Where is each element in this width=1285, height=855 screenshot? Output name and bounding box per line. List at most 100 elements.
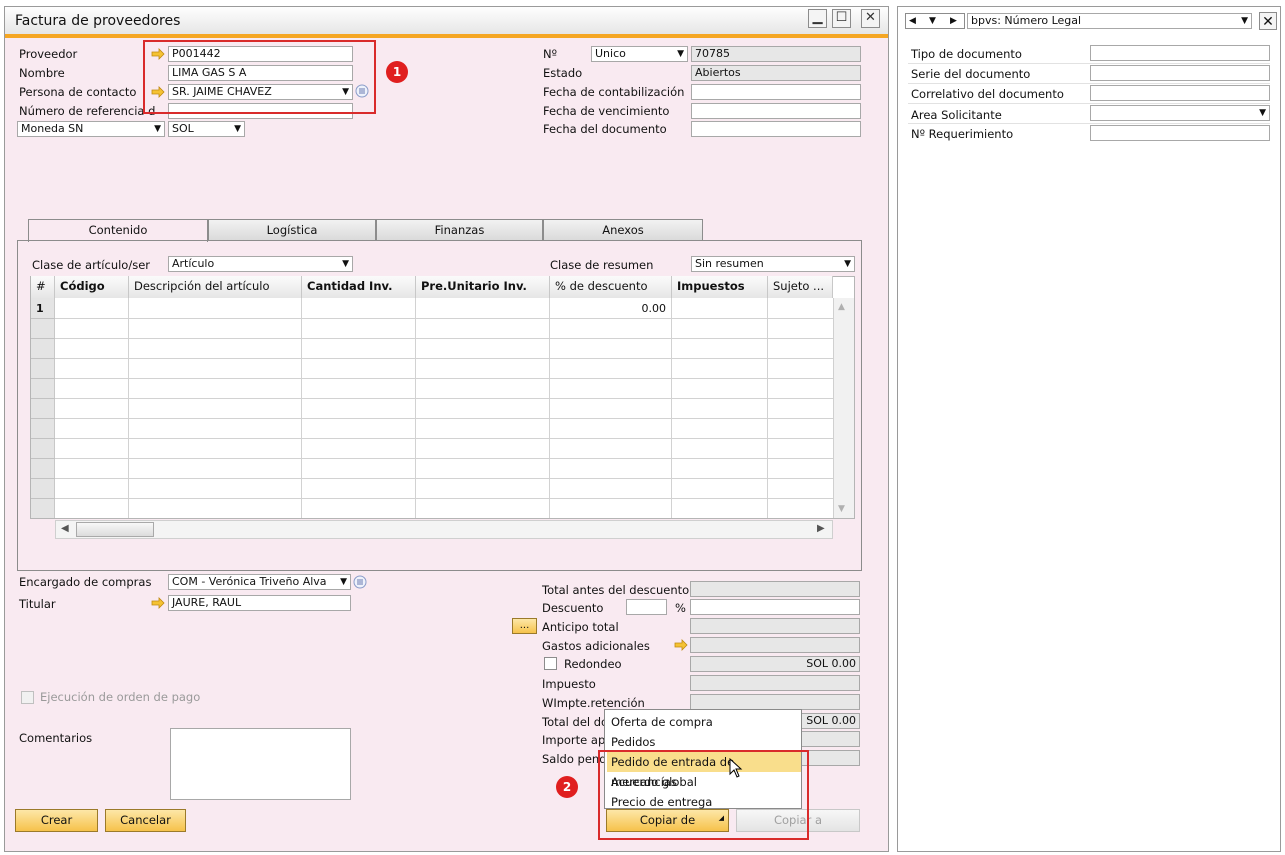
descuento-label: Descuento xyxy=(542,601,604,615)
chevron-down-icon: ▼ xyxy=(1259,108,1266,118)
udf-tipo-field[interactable] xyxy=(1090,45,1270,61)
fecha-doc-field[interactable] xyxy=(691,121,861,137)
chevron-down-icon: ▼ xyxy=(844,259,851,269)
impuesto-field[interactable] xyxy=(690,675,860,691)
crear-button[interactable]: Crear xyxy=(15,809,98,832)
tab-finanzas[interactable]: Finanzas xyxy=(376,219,543,241)
total-antes-field[interactable] xyxy=(690,581,860,597)
anticipo-button[interactable]: ... xyxy=(512,618,537,634)
udf-area-dropdown[interactable]: ▼ xyxy=(1090,105,1270,121)
step-badge-2: 2 xyxy=(556,776,578,798)
pct-label: % xyxy=(675,601,686,615)
close-icon: ✕ xyxy=(1262,14,1274,30)
gastos-field[interactable] xyxy=(690,637,860,653)
column-header-cantidad[interactable]: Cantidad Inv. xyxy=(302,276,416,298)
scroll-up-icon[interactable]: ▲ xyxy=(838,302,845,312)
proveedor-label: Proveedor xyxy=(19,47,78,61)
link-arrow-icon[interactable] xyxy=(674,639,688,651)
minimize-icon: ▁ xyxy=(812,10,823,25)
moneda-dropdown[interactable]: SOL ▼ xyxy=(168,121,245,137)
nav-prev-icon[interactable]: ◀ xyxy=(909,14,916,28)
menu-item-oferta[interactable]: Oferta de compra xyxy=(607,712,801,732)
titular-field[interactable]: JAURE, RAUL xyxy=(168,595,351,611)
scroll-left-icon[interactable]: ◀ xyxy=(61,523,69,534)
column-header-impuestos[interactable]: Impuestos xyxy=(672,276,768,298)
clase-articulo-dropdown[interactable]: Artículo ▼ xyxy=(168,256,353,272)
serie-dropdown[interactable]: Unico ▼ xyxy=(591,46,688,62)
impuesto-label: Impuesto xyxy=(542,677,596,691)
column-header-descuento[interactable]: % de descuento xyxy=(550,276,672,298)
redondeo-checkbox[interactable] xyxy=(544,657,557,670)
link-arrow-icon[interactable] xyxy=(151,597,165,609)
wimpte-field[interactable] xyxy=(690,694,860,710)
list-icon[interactable] xyxy=(353,575,367,589)
contacto-label: Persona de contacto xyxy=(19,85,137,99)
encargado-dropdown[interactable]: COM - Verónica Triveño Alva ▼ xyxy=(168,574,351,590)
udf-category-value: bpvs: Número Legal xyxy=(971,14,1082,27)
udf-divider xyxy=(908,123,1270,124)
udf-nav-buttons[interactable]: ◀ ▼ ▶ xyxy=(905,13,965,29)
column-header-sujeto[interactable]: Sujeto ... xyxy=(768,276,833,298)
redondeo-field[interactable]: SOL 0.00 xyxy=(690,656,860,672)
accent-line xyxy=(5,34,888,38)
udf-divider xyxy=(908,103,1270,104)
tab-logistica[interactable]: Logística xyxy=(208,219,376,241)
clase-resumen-value: Sin resumen xyxy=(695,257,764,270)
ejecucion-checkbox[interactable] xyxy=(21,691,34,704)
udf-requerimiento-field[interactable] xyxy=(1090,125,1270,141)
highlight-box-1 xyxy=(143,40,376,114)
encargado-value: COM - Verónica Triveño Alva xyxy=(172,575,327,588)
close-icon: ✕ xyxy=(865,10,876,25)
moneda-label: Moneda SN xyxy=(21,122,84,135)
scroll-thumb[interactable] xyxy=(76,522,154,537)
maximize-button[interactable]: ☐ xyxy=(832,9,851,28)
column-header-descripcion[interactable]: Descripción del artículo xyxy=(129,276,302,298)
udf-requerimiento-label: Nº Requerimiento xyxy=(911,127,1014,141)
column-header-codigo[interactable]: Código xyxy=(55,276,129,298)
row-number: 1 xyxy=(36,302,44,315)
clase-resumen-dropdown[interactable]: Sin resumen ▼ xyxy=(691,256,855,272)
numero-field[interactable]: 70785 xyxy=(691,46,861,62)
cancelar-button[interactable]: Cancelar xyxy=(105,809,186,832)
scroll-down-icon[interactable]: ▼ xyxy=(838,504,845,514)
step-badge-1: 1 xyxy=(386,61,408,83)
anticipo-field[interactable] xyxy=(690,618,860,634)
wimpte-label: WImpte.retención xyxy=(542,696,645,710)
window-title: Factura de proveedores xyxy=(15,13,181,29)
vertical-scrollbar[interactable] xyxy=(833,298,854,518)
tab-contenido[interactable]: Contenido xyxy=(28,219,208,242)
scroll-right-icon[interactable]: ▶ xyxy=(817,523,825,534)
total-doc-label: Total del do xyxy=(542,715,609,729)
comentarios-textarea[interactable] xyxy=(170,728,351,800)
nav-down-icon[interactable]: ▼ xyxy=(929,14,936,28)
chevron-down-icon: ▼ xyxy=(154,124,161,134)
udf-correlativo-label: Correlativo del documento xyxy=(911,87,1064,101)
column-header-precio[interactable]: Pre.Unitario Inv. xyxy=(416,276,550,298)
descuento-pct-field[interactable] xyxy=(626,599,667,615)
minimize-button[interactable]: ▁ xyxy=(808,9,827,28)
saldo-label: Saldo pend xyxy=(542,752,607,766)
descuento-amount-field[interactable] xyxy=(690,599,860,615)
row-descuento-cell[interactable]: 0.00 xyxy=(551,302,667,315)
udf-divider xyxy=(908,63,1270,64)
fecha-contab-field[interactable] xyxy=(691,84,861,100)
horizontal-scrollbar[interactable] xyxy=(55,520,833,539)
nav-next-icon[interactable]: ▶ xyxy=(950,14,957,28)
no-label: Nº xyxy=(543,47,558,61)
fecha-venc-field[interactable] xyxy=(691,103,861,119)
tab-anexos[interactable]: Anexos xyxy=(543,219,703,241)
udf-close-button[interactable]: ✕ xyxy=(1259,12,1277,30)
udf-serie-field[interactable] xyxy=(1090,65,1270,81)
udf-category-dropdown[interactable]: bpvs: Número Legal ▼ xyxy=(967,13,1252,29)
close-button[interactable]: ✕ xyxy=(861,9,880,28)
udf-correlativo-field[interactable] xyxy=(1090,85,1270,101)
menu-item-pedidos[interactable]: Pedidos xyxy=(607,732,801,752)
udf-divider xyxy=(908,83,1270,84)
grid-lines xyxy=(55,298,833,518)
fecha-doc-label: Fecha del documento xyxy=(543,122,667,136)
estado-field[interactable]: Abiertos xyxy=(691,65,861,81)
nombre-label: Nombre xyxy=(19,66,65,80)
column-header-num[interactable]: # xyxy=(31,276,55,298)
moneda-sn-dropdown[interactable]: Moneda SN ▼ xyxy=(17,121,165,137)
ejecucion-label: Ejecución de orden de pago xyxy=(40,690,201,704)
